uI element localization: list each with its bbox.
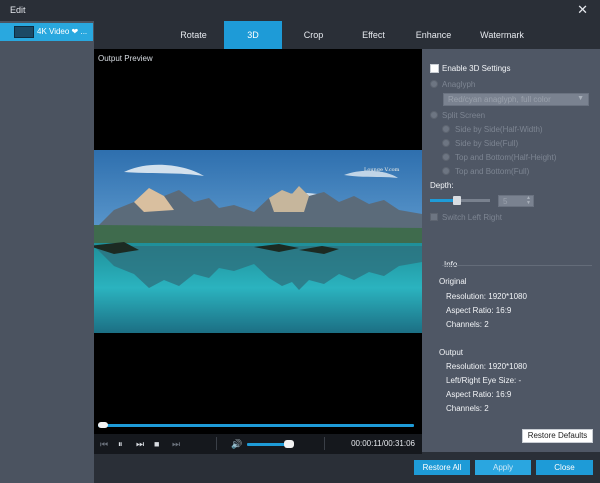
- fast-forward-icon[interactable]: ⏭: [136, 438, 144, 450]
- tab-3d[interactable]: 3D: [224, 21, 282, 49]
- anaglyph-select[interactable]: Red/cyan anaglyph, full color ▼: [443, 93, 589, 106]
- depth-slider-fill: [430, 199, 454, 202]
- original-resolution: Resolution: 1920*1080: [446, 292, 527, 301]
- output-preview-panel: Output Preview Lounge V.com: [94, 49, 422, 452]
- bottom-bar-left: [94, 454, 422, 483]
- file-list-sidebar: 4K Video ❤ ...: [0, 21, 94, 483]
- bottom-button-bar: Restore All Apply Close: [414, 452, 600, 483]
- skip-forward-icon[interactable]: ⏭: [172, 438, 180, 450]
- split-screen-radio[interactable]: [430, 111, 438, 119]
- output-channels: Channels: 2: [446, 404, 489, 413]
- close-icon[interactable]: ✕: [577, 3, 588, 17]
- depth-slider[interactable]: [430, 196, 490, 205]
- tab-enhance[interactable]: Enhance: [406, 21, 461, 49]
- split-option-radio[interactable]: [442, 125, 450, 133]
- output-heading: Output: [439, 348, 464, 357]
- info-divider: [442, 265, 592, 266]
- switch-left-right-label: Switch Left Right: [442, 213, 503, 222]
- output-eye-size: Left/Right Eye Size: -: [446, 376, 522, 385]
- depth-label: Depth:: [430, 181, 454, 190]
- edit-tabs: Rotate 3D Crop Effect Enhance Watermark: [94, 21, 600, 49]
- anaglyph-select-value: Red/cyan anaglyph, full color: [448, 95, 551, 104]
- progress-handle[interactable]: [98, 422, 108, 428]
- restore-all-button[interactable]: Restore All: [414, 460, 470, 475]
- restore-defaults-button[interactable]: Restore Defaults: [522, 429, 593, 443]
- window-title: Edit: [10, 5, 26, 15]
- pause-icon[interactable]: ⏸: [118, 438, 123, 450]
- split-option-radio[interactable]: [442, 167, 450, 175]
- tab-rotate[interactable]: Rotate: [166, 21, 221, 49]
- watermark-text: Lounge V.com: [364, 167, 400, 173]
- tab-crop[interactable]: Crop: [286, 21, 341, 49]
- spin-arrows-icon[interactable]: ▲ ▼: [526, 196, 531, 206]
- enable-3d-checkbox[interactable]: [430, 64, 439, 73]
- playback-progress-bar[interactable]: [98, 422, 414, 428]
- output-resolution: Resolution: 1920*1080: [446, 362, 527, 371]
- split-option-radio[interactable]: [442, 153, 450, 161]
- split-option-label: Side by Side(Full): [455, 139, 519, 148]
- divider: [216, 437, 217, 450]
- split-option-radio[interactable]: [442, 139, 450, 147]
- stop-icon[interactable]: ■: [154, 438, 159, 450]
- tab-effect[interactable]: Effect: [346, 21, 401, 49]
- divider: [324, 437, 325, 450]
- split-option-label: Top and Bottom(Half-Height): [455, 153, 557, 162]
- video-thumbnail: [14, 26, 34, 38]
- original-channels: Channels: 2: [446, 320, 489, 329]
- 3d-settings-panel: Enable 3D Settings Anaglyph Red/cyan ana…: [422, 49, 600, 452]
- sidebar-item-video[interactable]: 4K Video ❤ ...: [0, 23, 93, 41]
- skip-back-icon[interactable]: ⏮: [100, 438, 108, 450]
- anaglyph-label: Anaglyph: [442, 80, 476, 89]
- original-aspect: Aspect Ratio: 16:9: [446, 306, 512, 315]
- tab-watermark[interactable]: Watermark: [469, 21, 535, 49]
- volume-handle[interactable]: [284, 440, 294, 448]
- output-aspect: Aspect Ratio: 16:9: [446, 390, 512, 399]
- player-controls: ⏮ ⏸ ⏭ ■ ⏭ 🔊 00:00:11/00:31:06: [94, 434, 422, 454]
- landscape-image: [94, 150, 422, 333]
- anaglyph-radio[interactable]: [430, 80, 438, 88]
- split-option-label: Side by Side(Half-Width): [455, 125, 543, 134]
- enable-3d-label: Enable 3D Settings: [442, 64, 511, 73]
- split-screen-label: Split Screen: [442, 111, 486, 120]
- sidebar-item-label: 4K Video ❤ ...: [37, 27, 88, 36]
- close-button[interactable]: Close: [536, 460, 593, 475]
- chevron-down-icon: ▼: [577, 95, 584, 102]
- depth-slider-handle[interactable]: [453, 196, 461, 205]
- title-bar: Edit ✕: [0, 0, 600, 21]
- volume-icon[interactable]: 🔊: [231, 438, 242, 450]
- preview-label: Output Preview: [98, 54, 153, 63]
- time-display: 00:00:11/00:31:06: [351, 439, 415, 448]
- apply-button[interactable]: Apply: [475, 460, 531, 475]
- split-option-label: Top and Bottom(Full): [455, 167, 530, 176]
- depth-value: 5: [503, 197, 508, 206]
- switch-left-right-checkbox[interactable]: [430, 213, 438, 221]
- original-heading: Original: [439, 277, 467, 286]
- depth-spinbox[interactable]: 5 ▲ ▼: [498, 195, 534, 207]
- video-frame: Lounge V.com: [94, 150, 422, 333]
